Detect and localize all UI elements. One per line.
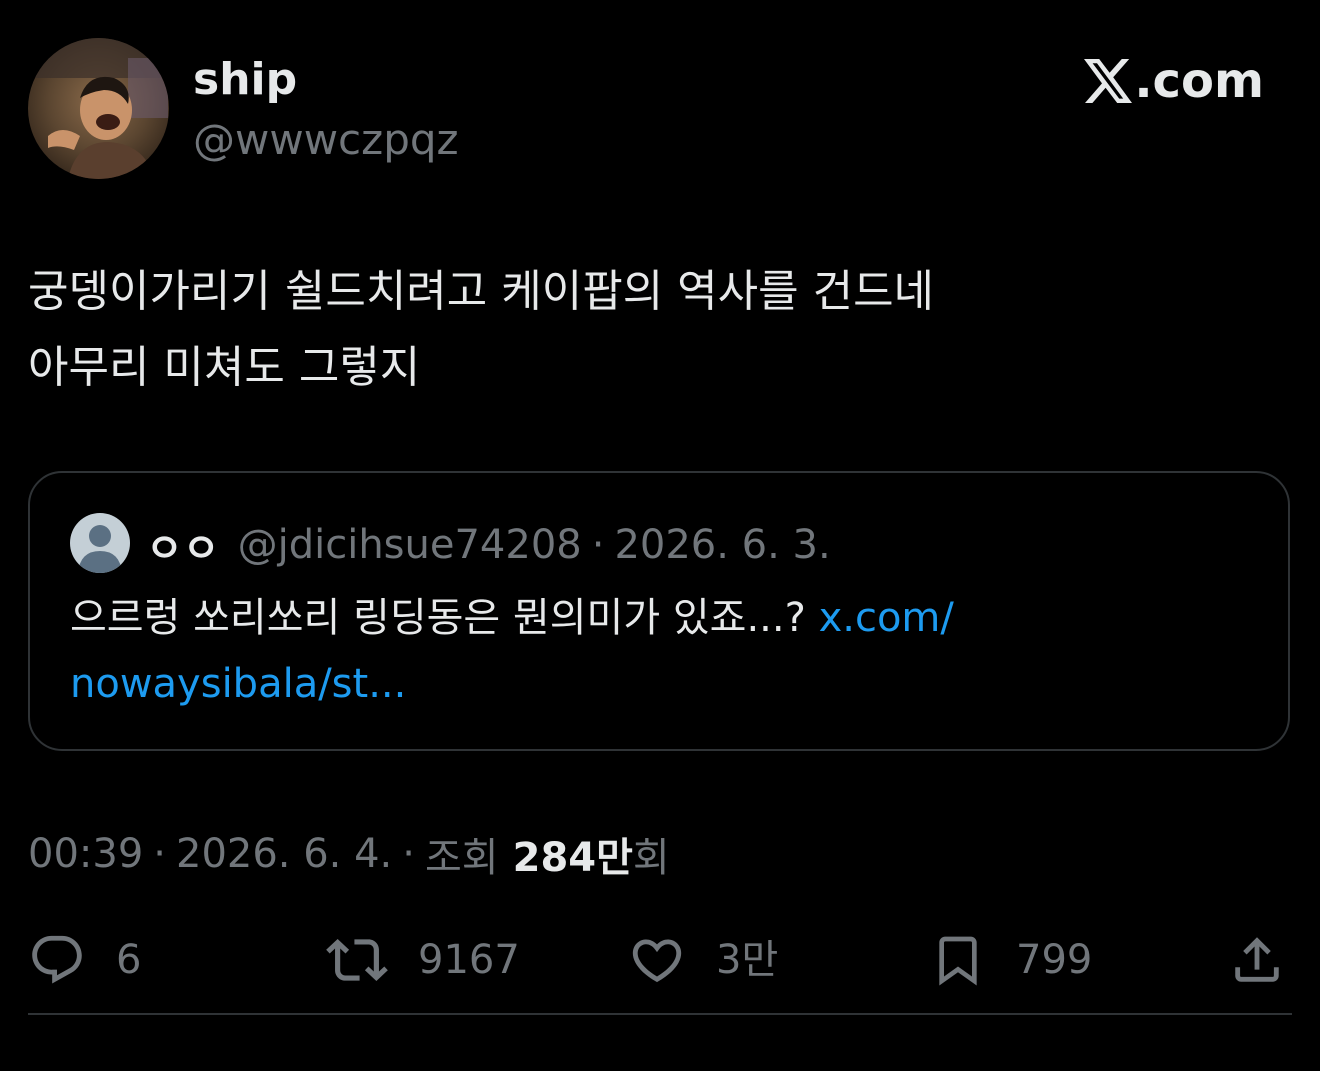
default-avatar-icon [70, 513, 130, 573]
like-count: 3만 [716, 937, 779, 983]
like-button[interactable]: 3만 [628, 930, 778, 990]
quoted-author-avatar[interactable] [70, 513, 130, 573]
reply-count: 6 [116, 937, 142, 983]
share-icon [1235, 937, 1279, 982]
brand-logo: .com [1084, 48, 1264, 114]
share-button[interactable] [1228, 930, 1286, 990]
quoted-link-end[interactable]: nowaysibala/st... [70, 661, 406, 707]
bookmark-count: 799 [1016, 937, 1093, 983]
tweet-time[interactable]: 00:39 [28, 831, 143, 877]
tweet-metadata: 00:39 · 2026. 6. 4. · 조회 284만 회 [28, 826, 670, 882]
author-avatar[interactable] [28, 38, 169, 179]
bookmark-icon [939, 936, 977, 986]
quoted-author-handle[interactable]: @jdicihsue74208 [238, 522, 582, 568]
reply-icon [32, 935, 82, 984]
meta-separator: · [402, 831, 415, 877]
author-handle[interactable]: @wwwczpqz [193, 112, 459, 168]
quoted-author-name[interactable]: ㅇㅇ [146, 516, 220, 574]
brand-suffix: .com [1134, 53, 1264, 109]
quoted-text-line: 으르렁 쏘리쏘리 링딩동은 뭔의미가 있죠...? x.com/ [70, 585, 1250, 651]
reply-button[interactable]: 6 [28, 930, 141, 990]
retweet-count: 9167 [418, 937, 520, 983]
retweet-button[interactable]: 9167 [326, 930, 520, 990]
tweet-text-line: 궁뎅이가리기 쉴드치려고 케이팝의 역사를 건드네 [28, 266, 935, 317]
views-count: 284만 [512, 835, 633, 881]
x-logo-icon [1084, 59, 1133, 103]
quoted-text: 으르렁 쏘리쏘리 링딩동은 뭔의미가 있죠...? [70, 595, 819, 641]
quoted-tweet-card[interactable]: ㅇㅇ @jdicihsue74208 · 2026. 6. 3. 으르렁 쏘리쏘… [28, 471, 1290, 751]
heart-icon [632, 939, 682, 983]
tweet-text: 궁뎅이가리기 쉴드치려고 케이팝의 역사를 건드네 아무리 미쳐도 그렇지 [28, 254, 1288, 406]
bookmark-button[interactable]: 799 [930, 930, 1092, 990]
meta-separator: · [153, 831, 166, 877]
views-suffix: 회 [632, 835, 670, 881]
quoted-tweet-date[interactable]: 2026. 6. 3. [614, 522, 830, 568]
quoted-separator: · [591, 522, 605, 568]
quoted-tweet-header: ㅇㅇ @jdicihsue74208 · 2026. 6. 3. [146, 517, 831, 573]
views-label: 조회 [425, 835, 499, 881]
quoted-link-start[interactable]: x.com/ [819, 595, 954, 641]
retweet-icon [326, 939, 388, 981]
tweet-text-line: 아무리 미쳐도 그렇지 [28, 342, 421, 393]
bottom-divider [28, 1013, 1292, 1015]
quoted-tweet-text: 으르렁 쏘리쏘리 링딩동은 뭔의미가 있죠...? x.com/ nowaysi… [70, 585, 1250, 717]
tweet-actions: 6 9167 3만 799 [28, 930, 1292, 990]
author-display-name[interactable]: ship [193, 50, 297, 110]
quoted-text-line: nowaysibala/st... [70, 651, 1250, 717]
tweet-date[interactable]: 2026. 6. 4. [176, 831, 392, 877]
